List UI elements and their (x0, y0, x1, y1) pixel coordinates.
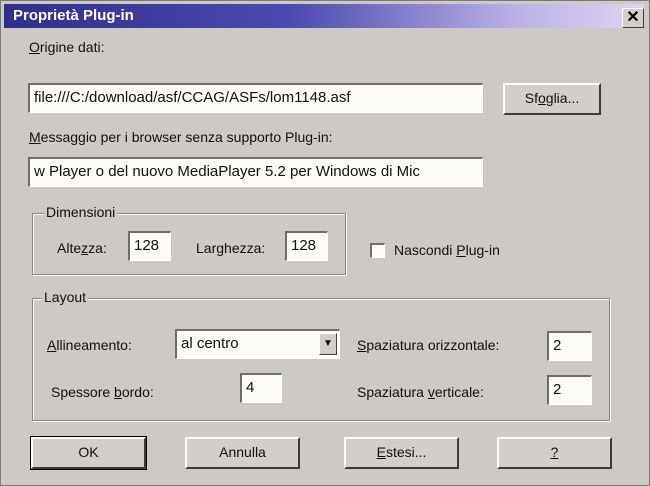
plugin-properties-dialog: Proprietà Plug-in ✕ Origine dati: file:/… (0, 0, 650, 486)
alignment-label: Allineamento: (47, 337, 132, 353)
layout-group (32, 298, 610, 421)
height-label: Altezza: (57, 240, 107, 256)
width-label: Larghezza: (196, 240, 266, 256)
dimensions-legend: Dimensioni (44, 204, 118, 220)
close-button[interactable]: ✕ (622, 8, 644, 28)
vertical-spacing-input[interactable]: 2 (547, 375, 592, 405)
border-thickness-label: Spessore bordo: (51, 384, 154, 400)
message-label: Messaggio per i browser senza supporto P… (29, 129, 333, 145)
close-icon: ✕ (626, 9, 640, 26)
chevron-down-icon[interactable]: ▼ (319, 333, 337, 355)
alignment-select[interactable]: al centro ▼ (175, 329, 340, 359)
hide-plugin-label[interactable]: Nascondi Plug-in (394, 242, 500, 258)
cancel-button[interactable]: Annulla (185, 437, 300, 469)
message-field[interactable]: w Player o del nuovo MediaPlayer 5.2 per… (28, 157, 483, 187)
horizontal-spacing-input[interactable]: 2 (547, 331, 592, 361)
height-input[interactable]: 128 (128, 231, 171, 261)
alignment-value: al centro (181, 335, 239, 352)
hide-plugin-checkbox[interactable] (370, 243, 385, 258)
browse-button[interactable]: Sfoglia... (503, 83, 601, 115)
window-title: Proprietà Plug-in (13, 7, 134, 24)
vertical-spacing-label: Spaziatura verticale: (357, 384, 484, 400)
width-input[interactable]: 128 (285, 231, 328, 261)
source-url-field[interactable]: file:///C:/download/asf/CCAG/ASFs/lom114… (28, 83, 483, 113)
help-button[interactable]: ? (497, 437, 612, 469)
source-label: Origine dati: (29, 39, 105, 55)
ok-button[interactable]: OK (30, 436, 147, 470)
horizontal-spacing-label: Spaziatura orizzontale: (357, 337, 500, 353)
border-thickness-input[interactable]: 4 (240, 373, 282, 403)
extended-button[interactable]: Estesi... (344, 437, 459, 469)
title-bar[interactable]: Proprietà Plug-in ✕ (4, 4, 644, 28)
layout-legend: Layout (42, 289, 89, 305)
